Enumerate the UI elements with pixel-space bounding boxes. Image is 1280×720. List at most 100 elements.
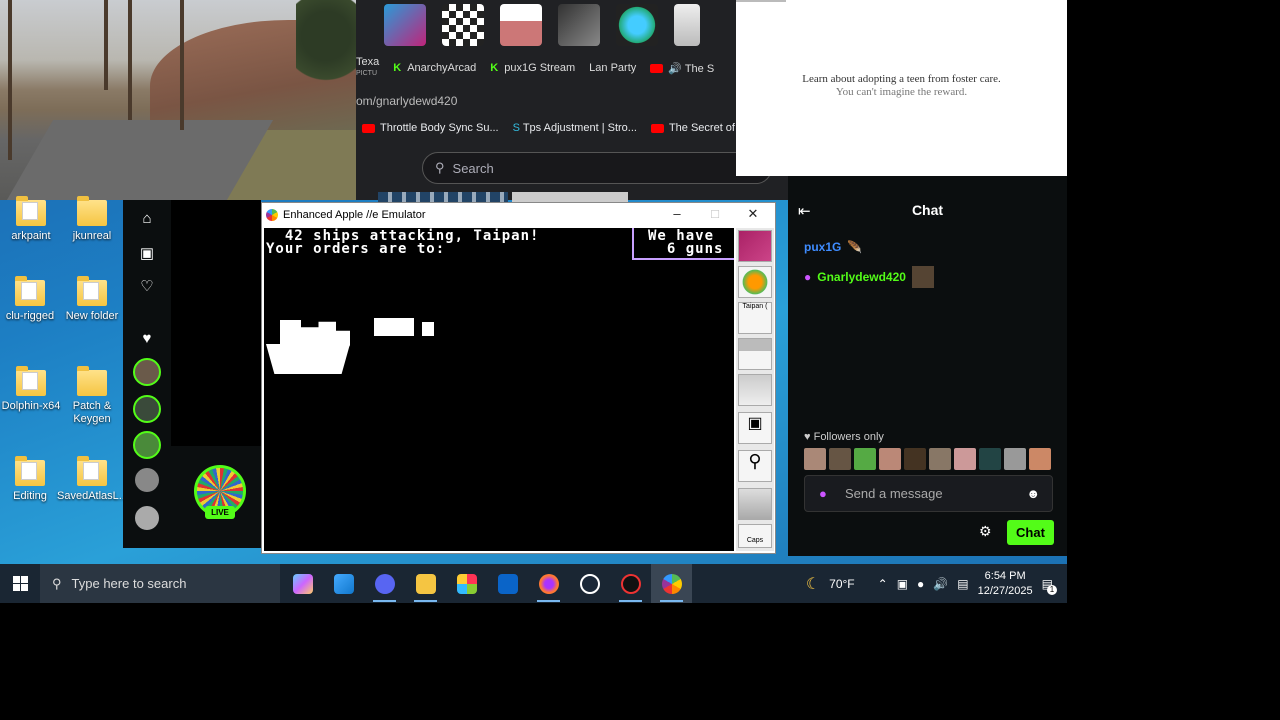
ad-banner[interactable]: Learn about adopting a teen from foster …: [736, 0, 1067, 176]
file-explorer-icon[interactable]: [405, 564, 446, 603]
game-line-2: Your orders are to:: [266, 241, 446, 257]
weather-moon-icon[interactable]: ☾: [806, 574, 820, 594]
meet-now-icon[interactable]: ▣: [897, 577, 908, 591]
emote[interactable]: [1004, 448, 1026, 470]
chat-panel: ⇤ Chat pux1G 🪶 ● Gnarlydewd420 ♥ Followe…: [788, 176, 1067, 556]
minimize-button[interactable]: –: [658, 203, 696, 226]
desktop-icon-new-folder[interactable]: New folder: [57, 276, 127, 323]
desktop-icon-jkunreal[interactable]: jkunreal: [57, 196, 127, 243]
app-icon[interactable]: [323, 564, 364, 603]
shortcut-tile[interactable]: [616, 4, 658, 46]
folder-icon: [16, 366, 46, 396]
status-line-2: 6 guns: [648, 241, 724, 257]
emote[interactable]: [904, 448, 926, 470]
address-bar[interactable]: om/gnarlydewd420: [356, 94, 457, 108]
weather-temp[interactable]: 70°F: [829, 577, 854, 591]
emote[interactable]: [829, 448, 851, 470]
emulator-toolbar: Taipan ( ▣ ⚲ Caps: [736, 228, 774, 551]
speaker-icon[interactable]: 🔊: [933, 577, 948, 591]
start-button[interactable]: [0, 564, 40, 603]
shortcut-tile[interactable]: [674, 4, 700, 46]
discord-icon[interactable]: [364, 564, 405, 603]
chat-send-button[interactable]: Chat: [1007, 520, 1054, 545]
shortcut-tile[interactable]: [384, 4, 426, 46]
bookmark[interactable]: S Tps Adjustment | Stro...: [513, 122, 637, 134]
bookmarks-bar: Throttle Body Sync Su... S Tps Adjustmen…: [362, 122, 788, 134]
emulator-screen[interactable]: 42 ships attacking, Taipan! Your orders …: [264, 228, 734, 551]
mic-icon: ●: [804, 270, 812, 284]
chevron-up-icon[interactable]: ⌃: [878, 577, 888, 591]
shortcut-tile[interactable]: [558, 4, 600, 46]
channel-avatar[interactable]: [133, 504, 161, 532]
channel-avatar[interactable]: [133, 466, 161, 494]
app-icon[interactable]: [610, 564, 651, 603]
ship-sprite: [374, 318, 414, 336]
emote[interactable]: [929, 448, 951, 470]
debugger-search-icon[interactable]: ⚲: [738, 450, 772, 482]
channel-avatar[interactable]: [133, 431, 161, 459]
network-icon[interactable]: ▤: [957, 577, 968, 591]
store-icon[interactable]: [446, 564, 487, 603]
ad-headline: Learn about adopting a teen from foster …: [802, 73, 1001, 85]
followers-only-notice: ♥ Followers only: [804, 431, 884, 443]
folder-icon: [15, 276, 45, 306]
emote[interactable]: [979, 448, 1001, 470]
chat-title: Chat: [911, 202, 944, 218]
emote[interactable]: [1029, 448, 1051, 470]
copilot-icon[interactable]: [282, 564, 323, 603]
tab[interactable]: Kpux1G Stream: [490, 62, 575, 74]
emote[interactable]: [954, 448, 976, 470]
folder-icon: [77, 456, 107, 486]
desktop-icon-clu-rigged[interactable]: clu-rigged: [0, 276, 65, 323]
bookmark[interactable]: Throttle Body Sync Su...: [362, 122, 499, 134]
taskbar-search[interactable]: ⚲ Type here to search: [40, 564, 280, 603]
emote[interactable]: [879, 448, 901, 470]
chat-message: pux1G 🪶: [804, 240, 862, 254]
channel-avatar[interactable]: [133, 358, 161, 386]
swap-disks-icon[interactable]: [738, 374, 772, 406]
youtube-icon: [650, 64, 664, 74]
following-icon[interactable]: ♡: [123, 277, 171, 295]
outlook-icon[interactable]: [487, 564, 528, 603]
close-button[interactable]: ✕: [734, 203, 772, 226]
chat-username[interactable]: Gnarlydewd420: [817, 270, 906, 284]
browse-icon[interactable]: ▣: [123, 244, 171, 262]
notification-icon[interactable]: ▤ 1: [1042, 577, 1057, 595]
book-icon[interactable]: [738, 230, 772, 262]
emote-icon: [911, 266, 934, 288]
folder-icon: [16, 196, 46, 226]
tab[interactable]: Texa PICTU: [356, 57, 379, 79]
tab[interactable]: Lan Party: [589, 62, 636, 74]
fullscreen-icon[interactable]: ▣: [738, 412, 772, 444]
gear-icon[interactable]: ⚙: [979, 523, 992, 540]
webcam-photo: [0, 0, 356, 200]
disk-drive-1-icon[interactable]: Taipan (: [738, 302, 772, 334]
tab[interactable]: K AnarchyArcad: [393, 62, 476, 74]
microphone-icon[interactable]: ●: [917, 577, 924, 591]
apple-run-icon[interactable]: [738, 266, 772, 298]
emote[interactable]: [804, 448, 826, 470]
home-icon[interactable]: ⌂: [123, 210, 171, 227]
tab[interactable]: 🔊 The S: [650, 62, 714, 75]
shortcut-tile[interactable]: [442, 4, 484, 46]
search-input[interactable]: ⚲ Search: [422, 152, 772, 184]
chat-message-input[interactable]: ● Send a message ☻: [804, 475, 1053, 512]
steam-icon[interactable]: [569, 564, 610, 603]
desktop-icon-savedatlas[interactable]: SavedAtlasL...: [57, 456, 128, 503]
emote[interactable]: [854, 448, 876, 470]
search-icon: ⚲: [435, 160, 445, 175]
emote-strip: [804, 448, 1051, 470]
chat-username[interactable]: pux1G: [804, 240, 841, 254]
maximize-button[interactable]: □: [696, 203, 734, 226]
settings-joystick-icon[interactable]: [738, 488, 772, 520]
firefox-icon[interactable]: [528, 564, 569, 603]
apple-emulator-icon[interactable]: [651, 564, 692, 603]
disk-drive-2-icon[interactable]: [738, 338, 772, 370]
desktop-icon-editing[interactable]: Editing: [0, 456, 65, 503]
emoji-icon[interactable]: ☻: [1026, 486, 1040, 501]
shortcut-tile[interactable]: [500, 4, 542, 46]
desktop-icon-patch-keygen[interactable]: Patch & Keygen: [57, 366, 127, 426]
ship-sprite: [422, 322, 434, 336]
clock[interactable]: 6:54 PM 12/27/2025: [978, 569, 1033, 599]
channel-avatar[interactable]: [133, 395, 161, 423]
